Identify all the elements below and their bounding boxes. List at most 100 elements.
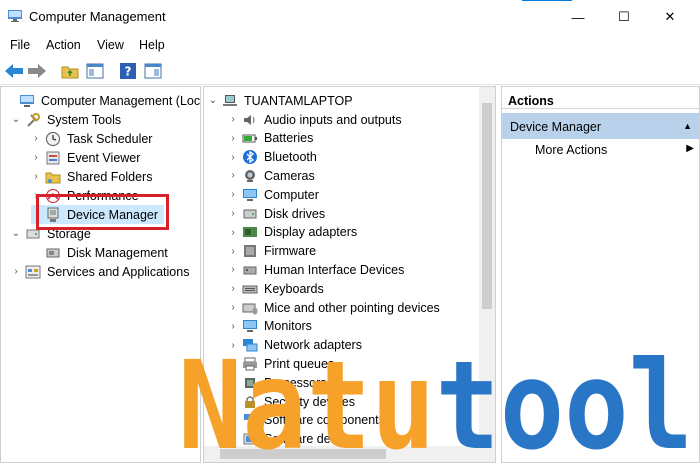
device-category-label: Print queues xyxy=(264,356,335,371)
services-icon xyxy=(25,264,41,280)
clock-icon xyxy=(45,131,61,147)
menu-file[interactable]: File xyxy=(10,38,30,52)
device-tree-root[interactable]: ⌄ TUANTAMLAPTOP xyxy=(208,91,353,110)
expand-chevron-icon[interactable]: › xyxy=(228,283,238,294)
device-category-item[interactable]: › Print queues xyxy=(228,354,334,373)
expand-chevron-icon[interactable]: › xyxy=(228,152,238,163)
expand-chevron-icon[interactable]: ⌄ xyxy=(11,228,21,239)
expand-chevron-icon[interactable]: › xyxy=(228,321,238,332)
device-category-item[interactable]: › Security devices xyxy=(228,392,355,411)
computer-icon xyxy=(242,187,258,203)
expand-chevron-icon[interactable]: › xyxy=(228,189,238,200)
device-category-label: Firmware xyxy=(264,244,317,259)
monitor-icon xyxy=(242,318,258,334)
device-category-item[interactable]: › Batteries xyxy=(228,129,313,148)
expand-chevron-icon[interactable]: › xyxy=(228,133,238,144)
device-category-item[interactable]: › Audio inputs and outputs xyxy=(228,110,402,129)
maximize-icon: ☐ xyxy=(618,9,630,24)
expand-chevron-icon[interactable]: › xyxy=(31,171,41,182)
device-category-item[interactable]: › Keyboards xyxy=(228,279,323,298)
expand-chevron-icon[interactable]: › xyxy=(228,246,238,257)
device-manager-highlight xyxy=(36,194,169,230)
back-button[interactable] xyxy=(4,61,24,81)
more-actions-label: More Actions xyxy=(535,143,608,157)
expand-chevron-icon[interactable]: › xyxy=(228,396,238,407)
actions-device-manager[interactable]: Device Manager ▲ xyxy=(502,113,699,139)
device-category-item[interactable]: › Software components xyxy=(228,411,385,430)
maximize-button[interactable]: ☐ xyxy=(601,4,647,30)
device-category-item[interactable]: › Computer xyxy=(228,185,319,204)
laptop-icon xyxy=(222,93,238,109)
tree-item-9[interactable]: › Services and Applications xyxy=(11,262,189,281)
expand-chevron-icon[interactable]: › xyxy=(228,302,238,313)
device-category-item[interactable]: › Disk drives xyxy=(228,204,325,223)
expand-chevron-icon[interactable]: ⌄ xyxy=(208,95,218,106)
submenu-arrow-icon: ▶ xyxy=(686,143,694,154)
device-category-label: Software devices xyxy=(264,432,360,447)
expand-chevron-icon[interactable]: › xyxy=(228,340,238,351)
system-tools-icon xyxy=(25,112,41,128)
software-device-icon xyxy=(242,431,258,447)
tree-item-0[interactable]: Computer Management (Local) xyxy=(5,91,200,110)
svg-text:?: ? xyxy=(125,65,132,79)
expand-chevron-icon[interactable]: › xyxy=(11,266,21,277)
more-actions-item[interactable]: More Actions ▶ xyxy=(535,143,695,163)
tree-item-8[interactable]: Disk Management xyxy=(31,243,168,262)
camera-icon xyxy=(242,168,258,184)
menu-help[interactable]: Help xyxy=(139,38,165,52)
device-category-item[interactable]: › Display adapters xyxy=(228,223,357,242)
expand-chevron-icon[interactable]: › xyxy=(228,358,238,369)
tree-item-4[interactable]: › Shared Folders xyxy=(31,167,152,186)
device-category-item[interactable]: › Mice and other pointing devices xyxy=(228,298,439,317)
expand-chevron-icon[interactable]: › xyxy=(228,377,238,388)
expand-chevron-icon[interactable]: › xyxy=(31,133,41,144)
forward-arrow-icon xyxy=(28,64,46,78)
back-arrow-icon xyxy=(5,64,23,78)
help-button[interactable]: ? xyxy=(118,61,138,81)
action-pane-icon xyxy=(144,63,162,79)
title-accent-line xyxy=(522,0,572,1)
expand-chevron-icon[interactable]: ⌄ xyxy=(11,114,21,125)
device-category-item[interactable]: › Bluetooth xyxy=(228,148,317,167)
close-button[interactable]: ✕ xyxy=(647,4,693,30)
expand-chevron-icon[interactable]: › xyxy=(228,415,238,426)
expand-chevron-icon[interactable]: › xyxy=(31,152,41,163)
expand-chevron-icon[interactable]: › xyxy=(228,264,238,275)
actions-header: Actions xyxy=(502,87,699,109)
device-category-item[interactable]: › Network adapters xyxy=(228,336,362,355)
device-category-item[interactable]: › Human Interface Devices xyxy=(228,260,404,279)
device-category-item[interactable]: › Processors xyxy=(228,373,326,392)
expand-chevron-icon[interactable]: › xyxy=(228,114,238,125)
up-folder-button[interactable] xyxy=(60,61,80,81)
menu-bar: File Action View Help xyxy=(0,34,700,56)
device-category-label: Bluetooth xyxy=(264,150,317,165)
tree-item-3[interactable]: › Event Viewer xyxy=(31,148,140,167)
minimize-button[interactable]: — xyxy=(555,4,601,30)
disk-drive-icon xyxy=(242,206,258,222)
console-tree-icon xyxy=(86,63,104,79)
device-category-item[interactable]: › Cameras xyxy=(228,166,314,185)
horizontal-scroll-thumb[interactable] xyxy=(220,449,386,459)
actions-pane: Actions Device Manager ▲ More Actions ▶ xyxy=(501,86,700,463)
console-tree-pane: Computer Management (Local) ⌄ System Too… xyxy=(0,86,201,463)
show-hide-action-pane-button[interactable] xyxy=(143,61,163,81)
vertical-scroll-thumb[interactable] xyxy=(482,103,492,309)
expand-chevron-icon[interactable]: › xyxy=(228,170,238,181)
root-label: TUANTAMLAPTOP xyxy=(244,93,353,108)
show-hide-tree-button[interactable] xyxy=(85,61,105,81)
expand-chevron-icon[interactable]: › xyxy=(228,208,238,219)
tree-item-1[interactable]: ⌄ System Tools xyxy=(11,110,121,129)
tree-item-2[interactable]: › Task Scheduler xyxy=(31,129,152,148)
menu-view[interactable]: View xyxy=(97,38,124,52)
expand-chevron-icon[interactable]: › xyxy=(228,434,238,445)
device-category-item[interactable]: › Monitors xyxy=(228,317,312,336)
vertical-scrollbar[interactable] xyxy=(479,87,495,462)
horizontal-scrollbar[interactable] xyxy=(204,446,481,462)
processor-icon xyxy=(242,375,258,391)
device-category-label: Audio inputs and outputs xyxy=(264,112,402,127)
forward-button[interactable] xyxy=(27,61,47,81)
device-category-item[interactable]: › Firmware xyxy=(228,242,316,261)
expand-chevron-icon[interactable]: › xyxy=(228,227,238,238)
menu-action[interactable]: Action xyxy=(46,38,81,52)
toolbar: ? xyxy=(0,57,700,85)
